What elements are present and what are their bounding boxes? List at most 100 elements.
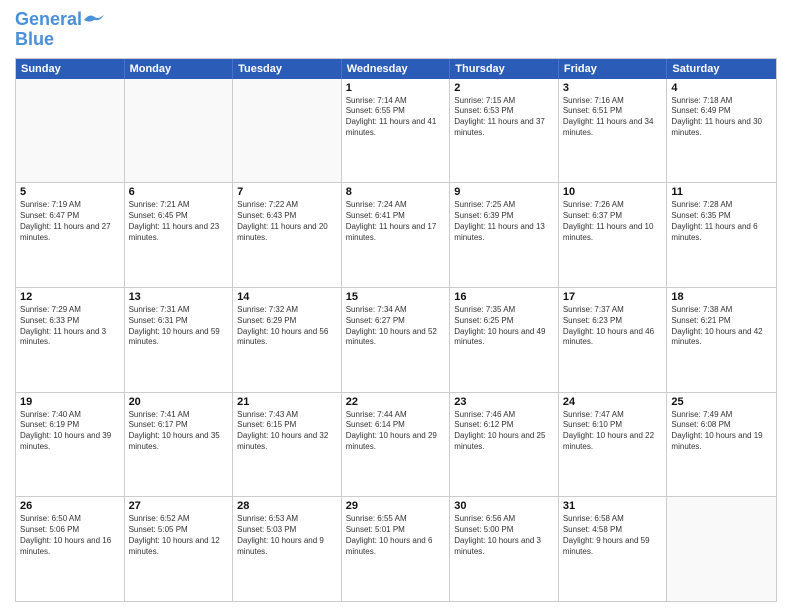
cell-content: Sunrise: 7:46 AM Sunset: 6:12 PM Dayligh…: [454, 410, 554, 453]
day-number: 7: [237, 186, 337, 198]
calendar-cell: 22 Sunrise: 7:44 AM Sunset: 6:14 PM Dayli…: [342, 393, 451, 497]
cell-content: Sunrise: 7:15 AM Sunset: 6:53 PM Dayligh…: [454, 96, 554, 139]
calendar-cell: 6 Sunrise: 7:21 AM Sunset: 6:45 PM Daylig…: [125, 183, 234, 287]
cell-content: Sunrise: 6:55 AM Sunset: 5:01 PM Dayligh…: [346, 514, 446, 557]
day-number: 22: [346, 396, 446, 408]
cell-content: Sunrise: 7:18 AM Sunset: 6:49 PM Dayligh…: [671, 96, 772, 139]
header-cell-tuesday: Tuesday: [233, 59, 342, 79]
calendar-cell: 19Sunrise: 7:40 AM Sunset: 6:19 PM Dayli…: [16, 393, 125, 497]
calendar-cell: 25 Sunrise: 7:49 AM Sunset: 6:08 PM Dayli…: [667, 393, 776, 497]
cell-content: Sunrise: 7:49 AM Sunset: 6:08 PM Dayligh…: [671, 410, 772, 453]
cell-content: Sunrise: 7:29 AM Sunset: 6:33 PM Dayligh…: [20, 305, 120, 348]
day-number: 23: [454, 396, 554, 408]
cell-content: Sunrise: 7:47 AM Sunset: 6:10 PM Dayligh…: [563, 410, 663, 453]
day-number: 20: [129, 396, 229, 408]
day-number: 17: [563, 291, 663, 303]
calendar-cell: 3 Sunrise: 7:16 AM Sunset: 6:51 PM Daylig…: [559, 79, 668, 183]
logo-blue: Blue: [15, 30, 54, 50]
day-number: 6: [129, 186, 229, 198]
calendar-cell: 24 Sunrise: 7:47 AM Sunset: 6:10 PM Dayli…: [559, 393, 668, 497]
header-cell-saturday: Saturday: [667, 59, 776, 79]
day-number: 25: [671, 396, 772, 408]
cell-content: Sunrise: 7:41 AM Sunset: 6:17 PM Dayligh…: [129, 410, 229, 453]
calendar-cell: 21 Sunrise: 7:43 AM Sunset: 6:15 PM Dayli…: [233, 393, 342, 497]
cell-content: Sunrise: 7:31 AM Sunset: 6:31 PM Dayligh…: [129, 305, 229, 348]
cell-content: Sunrise: 7:43 AM Sunset: 6:15 PM Dayligh…: [237, 410, 337, 453]
calendar-cell: [125, 79, 234, 183]
day-number: 1: [346, 82, 446, 94]
calendar-cell: 27Sunrise: 6:52 AM Sunset: 5:05 PM Dayli…: [125, 497, 234, 601]
calendar-row-2: 12 Sunrise: 7:29 AM Sunset: 6:33 PM Dayli…: [16, 287, 776, 392]
calendar-cell: 14 Sunrise: 7:32 AM Sunset: 6:29 PM Dayli…: [233, 288, 342, 392]
calendar-row-3: 19Sunrise: 7:40 AM Sunset: 6:19 PM Dayli…: [16, 392, 776, 497]
cell-content: Sunrise: 7:26 AM Sunset: 6:37 PM Dayligh…: [563, 200, 663, 243]
day-number: 26: [20, 500, 120, 512]
cell-content: Sunrise: 6:50 AM Sunset: 5:06 PM Dayligh…: [20, 514, 120, 557]
calendar-cell: 26 Sunrise: 6:50 AM Sunset: 5:06 PM Dayli…: [16, 497, 125, 601]
header-cell-monday: Monday: [125, 59, 234, 79]
cell-content: Sunrise: 7:25 AM Sunset: 6:39 PM Dayligh…: [454, 200, 554, 243]
day-number: 18: [671, 291, 772, 303]
calendar-row-1: 5Sunrise: 7:19 AM Sunset: 6:47 PM Daylig…: [16, 182, 776, 287]
logo-top: General: [15, 10, 104, 30]
cell-content: Sunrise: 7:19 AM Sunset: 6:47 PM Dayligh…: [20, 200, 120, 243]
day-number: 9: [454, 186, 554, 198]
day-number: 13: [129, 291, 229, 303]
day-number: 2: [454, 82, 554, 94]
calendar-cell: 29 Sunrise: 6:55 AM Sunset: 5:01 PM Dayli…: [342, 497, 451, 601]
day-number: 21: [237, 396, 337, 408]
logo-bird-icon: [84, 13, 104, 27]
cell-content: Sunrise: 6:52 AM Sunset: 5:05 PM Dayligh…: [129, 514, 229, 557]
cell-content: Sunrise: 7:24 AM Sunset: 6:41 PM Dayligh…: [346, 200, 446, 243]
page: General Blue SundayMondayTuesdayWednesda…: [0, 0, 792, 612]
cell-content: Sunrise: 7:38 AM Sunset: 6:21 PM Dayligh…: [671, 305, 772, 348]
day-number: 12: [20, 291, 120, 303]
cell-content: Sunrise: 7:28 AM Sunset: 6:35 PM Dayligh…: [671, 200, 772, 243]
day-number: 16: [454, 291, 554, 303]
calendar-cell: 2 Sunrise: 7:15 AM Sunset: 6:53 PM Daylig…: [450, 79, 559, 183]
calendar-cell: 20 Sunrise: 7:41 AM Sunset: 6:17 PM Dayli…: [125, 393, 234, 497]
cell-content: Sunrise: 7:32 AM Sunset: 6:29 PM Dayligh…: [237, 305, 337, 348]
cell-content: Sunrise: 7:34 AM Sunset: 6:27 PM Dayligh…: [346, 305, 446, 348]
day-number: 30: [454, 500, 554, 512]
day-number: 11: [671, 186, 772, 198]
calendar-cell: 10Sunrise: 7:26 AM Sunset: 6:37 PM Dayli…: [559, 183, 668, 287]
header-cell-friday: Friday: [559, 59, 668, 79]
day-number: 24: [563, 396, 663, 408]
cell-content: Sunrise: 7:21 AM Sunset: 6:45 PM Dayligh…: [129, 200, 229, 243]
logo-general: General: [15, 9, 82, 29]
day-number: 15: [346, 291, 446, 303]
calendar-cell: 28 Sunrise: 6:53 AM Sunset: 5:03 PM Dayli…: [233, 497, 342, 601]
cell-content: Sunrise: 6:56 AM Sunset: 5:00 PM Dayligh…: [454, 514, 554, 557]
cell-content: Sunrise: 6:58 AM Sunset: 4:58 PM Dayligh…: [563, 514, 663, 557]
header-cell-sunday: Sunday: [16, 59, 125, 79]
day-number: 29: [346, 500, 446, 512]
day-number: 31: [563, 500, 663, 512]
cell-content: Sunrise: 7:44 AM Sunset: 6:14 PM Dayligh…: [346, 410, 446, 453]
calendar: SundayMondayTuesdayWednesdayThursdayFrid…: [15, 58, 777, 602]
calendar-cell: 18 Sunrise: 7:38 AM Sunset: 6:21 PM Dayli…: [667, 288, 776, 392]
cell-content: Sunrise: 6:53 AM Sunset: 5:03 PM Dayligh…: [237, 514, 337, 557]
day-number: 14: [237, 291, 337, 303]
calendar-cell: [667, 497, 776, 601]
day-number: 28: [237, 500, 337, 512]
calendar-cell: [16, 79, 125, 183]
calendar-cell: 7 Sunrise: 7:22 AM Sunset: 6:43 PM Daylig…: [233, 183, 342, 287]
cell-content: Sunrise: 7:37 AM Sunset: 6:23 PM Dayligh…: [563, 305, 663, 348]
calendar-cell: 17 Sunrise: 7:37 AM Sunset: 6:23 PM Dayli…: [559, 288, 668, 392]
cell-content: Sunrise: 7:16 AM Sunset: 6:51 PM Dayligh…: [563, 96, 663, 139]
header-cell-wednesday: Wednesday: [342, 59, 451, 79]
calendar-cell: 13 Sunrise: 7:31 AM Sunset: 6:31 PM Dayli…: [125, 288, 234, 392]
cell-content: Sunrise: 7:14 AM Sunset: 6:55 PM Dayligh…: [346, 96, 446, 139]
calendar-cell: 4Sunrise: 7:18 AM Sunset: 6:49 PM Daylig…: [667, 79, 776, 183]
logo: General Blue: [15, 10, 104, 50]
day-number: 3: [563, 82, 663, 94]
calendar-cell: 23 Sunrise: 7:46 AM Sunset: 6:12 PM Dayli…: [450, 393, 559, 497]
calendar-cell: 12 Sunrise: 7:29 AM Sunset: 6:33 PM Dayli…: [16, 288, 125, 392]
calendar-header: SundayMondayTuesdayWednesdayThursdayFrid…: [16, 59, 776, 79]
cell-content: Sunrise: 7:22 AM Sunset: 6:43 PM Dayligh…: [237, 200, 337, 243]
calendar-cell: 8Sunrise: 7:24 AM Sunset: 6:41 PM Daylig…: [342, 183, 451, 287]
calendar-row-4: 26 Sunrise: 6:50 AM Sunset: 5:06 PM Dayli…: [16, 496, 776, 601]
calendar-cell: 31 Sunrise: 6:58 AM Sunset: 4:58 PM Dayli…: [559, 497, 668, 601]
calendar-cell: [233, 79, 342, 183]
